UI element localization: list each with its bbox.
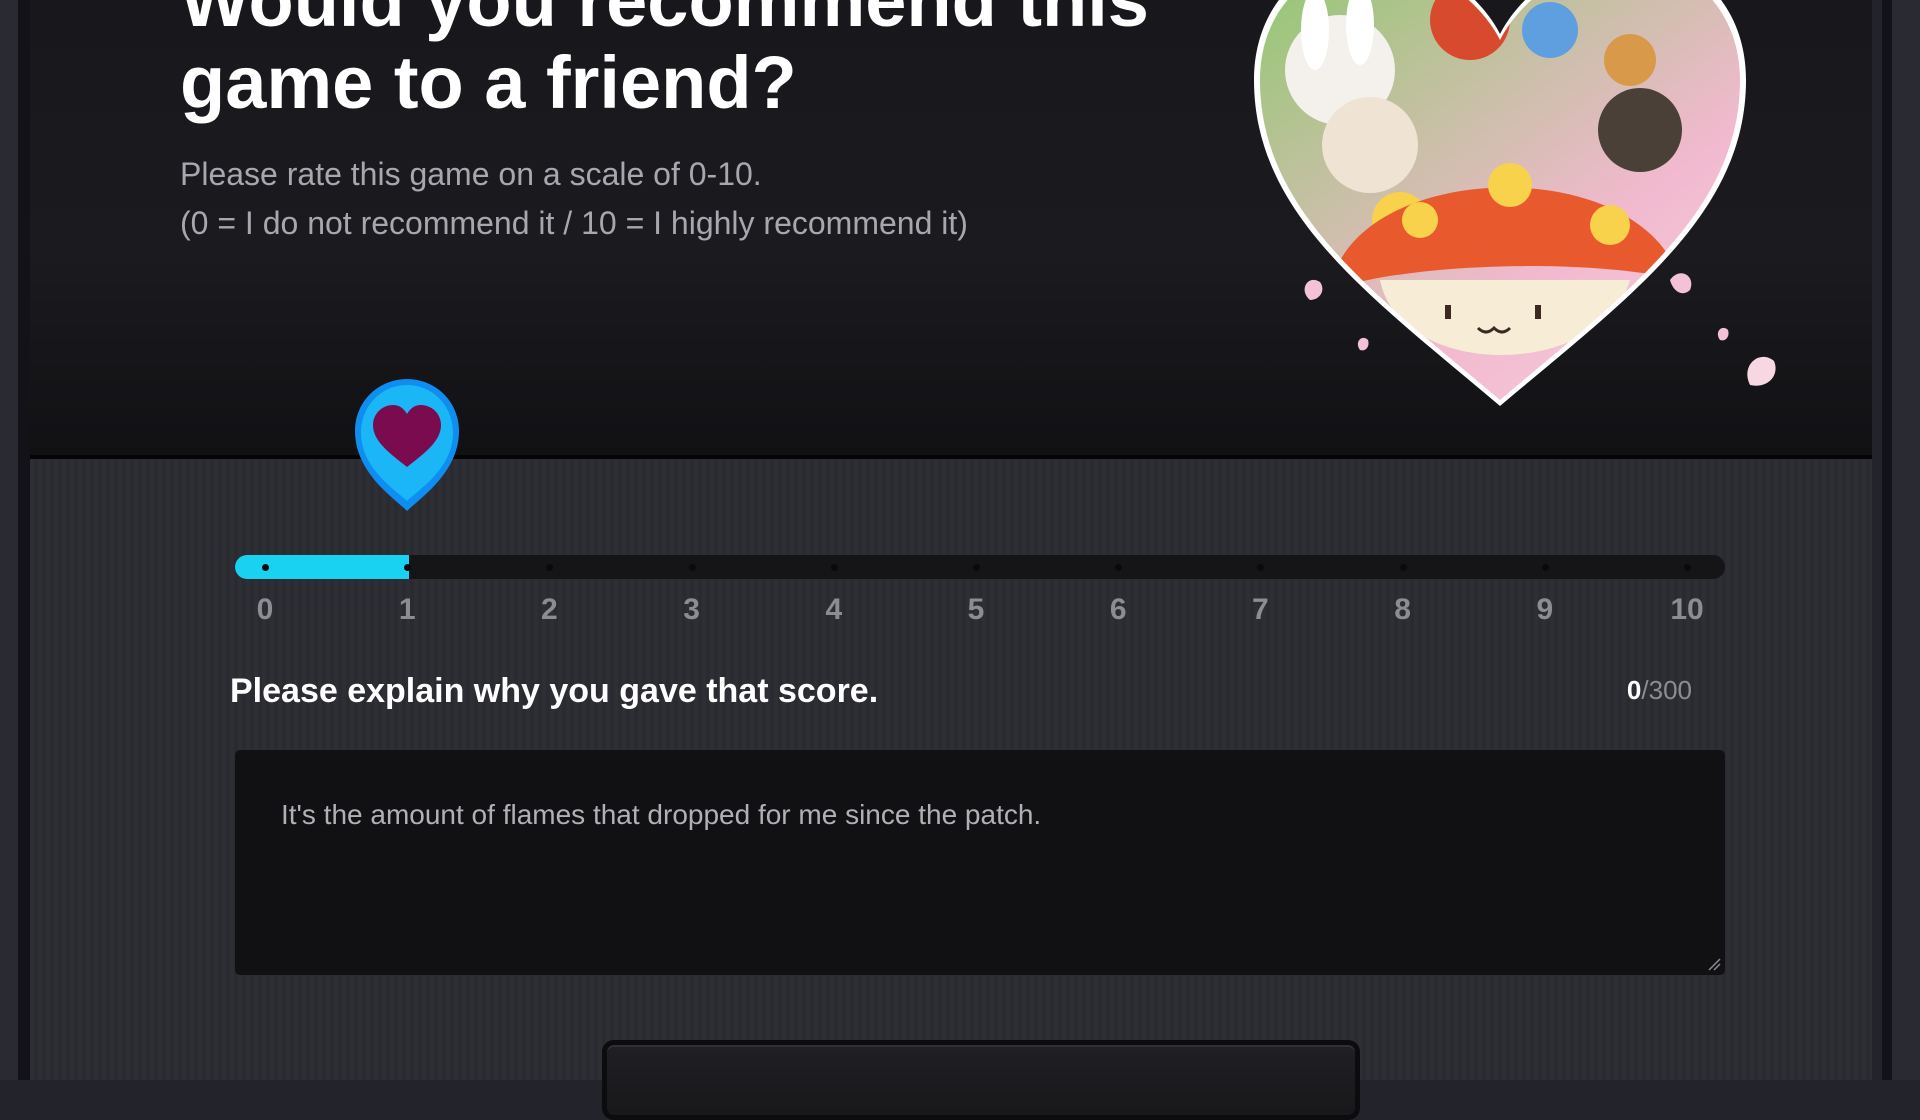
slider-stop-dot[interactable] [830, 564, 838, 571]
survey-header: Would you recommend this game to a frien… [30, 0, 1872, 459]
survey-title: Would you recommend this game to a frien… [180, 0, 1149, 124]
submit-button[interactable] [602, 1040, 1360, 1120]
slider-tick-label: 5 [967, 593, 985, 626]
window-frame-left [0, 0, 30, 1080]
slider-tick-label: 1 [398, 593, 416, 626]
slider-tick-label: 8 [1394, 593, 1411, 626]
subtitle-legend: (0 = I do not recommend it / 10 = I high… [180, 205, 968, 241]
slider-stop-dot[interactable] [1684, 564, 1691, 571]
slider-tick-label: 4 [825, 593, 843, 626]
mushroom-heart-illustration [1254, 0, 1776, 406]
explanation-box: It's the amount of flames that dropped f… [235, 750, 1725, 975]
slider-stop-dot[interactable] [973, 564, 980, 571]
slider-tick-label: 2 [541, 593, 558, 626]
character-count: 0 [1626, 675, 1642, 705]
explanation-textarea[interactable]: It's the amount of flames that dropped f… [235, 750, 1725, 975]
character-counter: 0/300 [1627, 675, 1692, 706]
rating-slider[interactable] [235, 555, 1725, 579]
slider-tick-label: 6 [1109, 593, 1127, 626]
slider-stop-dot[interactable] [1399, 564, 1407, 571]
heart-pin-icon[interactable] [349, 375, 465, 515]
slider-tick-label: 7 [1252, 593, 1269, 626]
slider-tick-label: 3 [683, 593, 700, 626]
slider-tick-label: 9 [1536, 593, 1554, 626]
slider-tick-label: 0 [256, 593, 274, 626]
survey-panel: Would you recommend this game to a frien… [30, 0, 1872, 1120]
slider-stop-dot[interactable] [1541, 564, 1549, 571]
slider-stop-dot[interactable] [262, 564, 269, 571]
subtitle-scale: Please rate this game on a scale of 0-10… [180, 156, 762, 192]
window-frame-right [1882, 0, 1920, 1080]
resize-grip-icon[interactable] [1705, 955, 1721, 971]
slider-stop-dot[interactable] [688, 564, 696, 571]
character-limit: /300 [1641, 675, 1692, 705]
slider-tick-label: 10 [1670, 593, 1704, 626]
survey-subtitle: Please rate this game on a scale of 0-10… [180, 150, 1180, 248]
slider-track[interactable] [235, 555, 1725, 579]
explanation-label: Please explain why you gave that score. [230, 672, 879, 710]
